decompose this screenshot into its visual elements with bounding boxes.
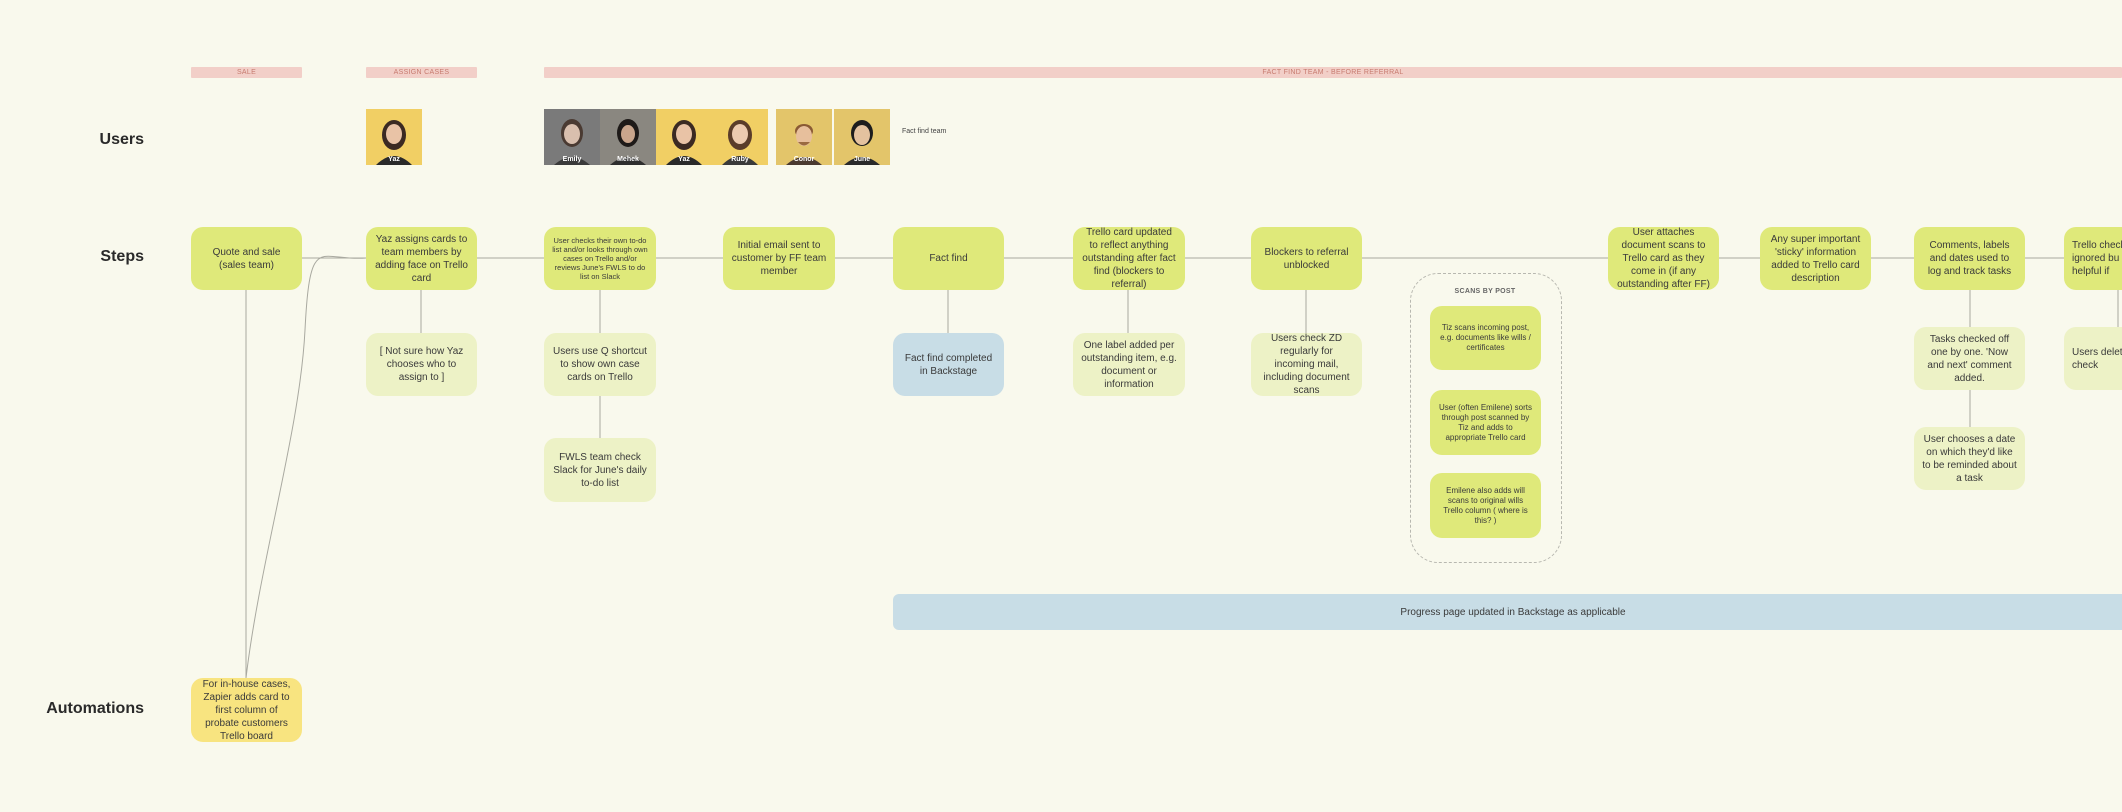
- step-initial-email[interactable]: Initial email sent to customer by FF tea…: [723, 227, 835, 290]
- avatar-june: June: [834, 109, 890, 165]
- phase-fact-find-team: FACT FIND TEAM - BEFORE REFERRAL: [544, 67, 2122, 78]
- note-q-shortcut[interactable]: Users use Q shortcut to show own case ca…: [544, 333, 656, 396]
- step-attach-scans[interactable]: User attaches document scans to Trello c…: [1608, 227, 1719, 290]
- avatar-yaz: Yaz: [366, 109, 422, 165]
- fact-find-team-label: Fact find team: [902, 128, 947, 135]
- avatar-yaz-team: Yaz: [656, 109, 712, 165]
- avatar-mehek: Mehek: [600, 109, 656, 165]
- progress-page-updated[interactable]: Progress page updated in Backstage as ap…: [893, 594, 2122, 630]
- step-assign-cards[interactable]: Yaz assigns cards to team members by add…: [366, 227, 477, 290]
- note-tasks-checked-off[interactable]: Tasks checked off one by one. 'Now and n…: [1914, 327, 2025, 390]
- note-fact-find-completed[interactable]: Fact find completed in Backstage: [893, 333, 1004, 396]
- lane-label-steps: Steps: [100, 248, 144, 265]
- lane-label-users: Users: [99, 131, 144, 148]
- note-fwls-slack[interactable]: FWLS team check Slack for June's daily t…: [544, 438, 656, 502]
- avatar-name: June: [853, 156, 871, 163]
- avatar-conor: Conor: [776, 109, 832, 165]
- scan-item-user-sorts[interactable]: User (often Emilene) sorts through post …: [1430, 390, 1541, 455]
- note-not-sure[interactable]: [ Not sure how Yaz chooses who to assign…: [366, 333, 477, 396]
- connector-lines: [245, 255, 2119, 679]
- note-reminder-date[interactable]: User chooses a date on which they'd like…: [1914, 427, 2025, 490]
- avatar-name: Emily: [562, 156, 582, 163]
- avatar-name: Yaz: [678, 156, 690, 163]
- step-blockers-unblocked[interactable]: Blockers to referral unblocked: [1251, 227, 1362, 290]
- step-comments-labels[interactable]: Comments, labels and dates used to log a…: [1914, 227, 2025, 290]
- scans-by-post-title: SCANS BY POST: [1454, 288, 1516, 295]
- step-trello-updated[interactable]: Trello card updated to reflect anything …: [1073, 227, 1185, 290]
- avatar-emily: Emily: [544, 109, 600, 165]
- lane-label-automations: Automations: [46, 700, 144, 717]
- avatar-name: Ruby: [731, 156, 749, 163]
- step-quote-and-sale[interactable]: Quote and sale (sales team): [191, 227, 302, 290]
- phase-sale: SALE: [191, 67, 302, 78]
- phase-assign-cases: ASSIGN CASES: [366, 67, 477, 78]
- note-users-delete[interactable]: Users delete w check: [2064, 327, 2122, 390]
- automation-zapier[interactable]: For in-house cases, Zapier adds card to …: [191, 678, 302, 742]
- step-user-checks[interactable]: User checks their own to-do list and/or …: [544, 227, 656, 290]
- avatar-ruby: Ruby: [712, 109, 768, 165]
- avatar-name: Mehek: [617, 156, 639, 163]
- scan-item-tiz-scans[interactable]: Tiz scans incoming post, e.g. documents …: [1430, 306, 1541, 370]
- note-one-label[interactable]: One label added per outstanding item, e.…: [1073, 333, 1185, 396]
- avatar-name: Yaz: [388, 156, 400, 163]
- step-trello-checklist[interactable]: Trello checkl ignored bu helpful if: [2064, 227, 2122, 290]
- avatar-name: Conor: [793, 156, 815, 163]
- scan-item-emilene-adds[interactable]: Emilene also adds will scans to original…: [1430, 473, 1541, 538]
- step-fact-find[interactable]: Fact find: [893, 227, 1004, 290]
- note-check-zd[interactable]: Users check ZD regularly for incoming ma…: [1251, 333, 1362, 396]
- step-sticky-info[interactable]: Any super important 'sticky' information…: [1760, 227, 1871, 290]
